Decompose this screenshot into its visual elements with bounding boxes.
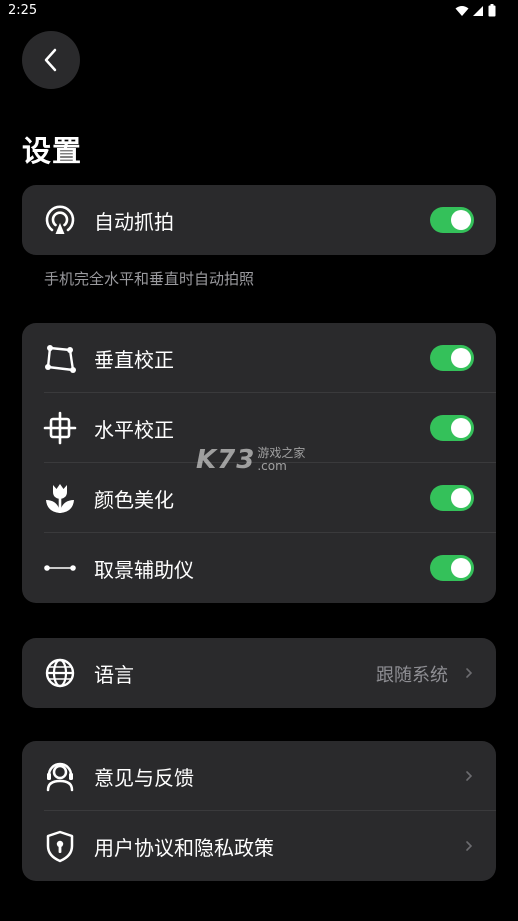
chevron-left-icon bbox=[44, 48, 57, 72]
page-title: 设置 bbox=[22, 134, 83, 168]
chevron-right-icon bbox=[466, 668, 473, 678]
shield-lock-icon bbox=[42, 828, 78, 864]
auto-capture-description: 手机完全水平和垂直时自动拍照 bbox=[44, 270, 255, 288]
viewfinder-assist-row[interactable]: 取景辅助仪 bbox=[22, 533, 496, 603]
language-label: 语言 bbox=[94, 663, 134, 687]
level-line-icon bbox=[42, 550, 78, 586]
toggle-knob bbox=[451, 418, 471, 438]
chevron-right-icon bbox=[466, 841, 473, 851]
privacy-policy-row[interactable]: 用户协议和隐私政策 bbox=[22, 811, 496, 881]
battery-icon bbox=[488, 4, 496, 17]
watermark-brand: K73 bbox=[196, 445, 256, 475]
perspective-crop-icon bbox=[42, 340, 78, 376]
viewfinder-assist-toggle[interactable] bbox=[430, 555, 474, 581]
status-time: 2:25 bbox=[8, 3, 38, 18]
globe-icon bbox=[42, 655, 78, 691]
language-card: 语言 跟随系统 bbox=[22, 638, 496, 708]
about-card: 意见与反馈 用户协议和隐私政策 bbox=[22, 741, 496, 881]
vertical-correction-toggle[interactable] bbox=[430, 345, 474, 371]
toggle-knob bbox=[451, 348, 471, 368]
auto-capture-row[interactable]: 自动抓拍 bbox=[22, 185, 496, 255]
horizon-level-icon bbox=[42, 410, 78, 446]
auto-capture-card: 自动抓拍 bbox=[22, 185, 496, 255]
back-button[interactable] bbox=[22, 31, 80, 89]
feedback-person-icon bbox=[42, 758, 78, 794]
feedback-label: 意见与反馈 bbox=[94, 766, 194, 790]
status-icons bbox=[455, 4, 496, 17]
signal-icon bbox=[473, 5, 483, 16]
tulip-icon bbox=[42, 480, 78, 516]
auto-capture-toggle[interactable] bbox=[430, 207, 474, 233]
auto-capture-icon bbox=[42, 202, 78, 238]
feedback-row[interactable]: 意见与反馈 bbox=[22, 741, 496, 811]
language-row[interactable]: 语言 跟随系统 bbox=[22, 638, 496, 708]
watermark-text: 游戏之家 .com bbox=[257, 447, 305, 473]
vertical-correction-row[interactable]: 垂直校正 bbox=[22, 323, 496, 393]
toggle-knob bbox=[451, 558, 471, 578]
horizontal-correction-toggle[interactable] bbox=[430, 415, 474, 441]
toggle-knob bbox=[451, 488, 471, 508]
watermark-logo: K73 游戏之家 .com bbox=[196, 445, 326, 475]
wifi-icon bbox=[455, 5, 469, 16]
status-bar: 2:25 bbox=[0, 0, 518, 22]
watermark-text-bottom: .com bbox=[257, 459, 287, 473]
auto-capture-label: 自动抓拍 bbox=[94, 210, 174, 234]
horizontal-correction-label: 水平校正 bbox=[94, 418, 174, 442]
color-beautify-label: 颜色美化 bbox=[94, 488, 174, 512]
vertical-correction-label: 垂直校正 bbox=[94, 348, 174, 372]
language-value: 跟随系统 bbox=[376, 665, 448, 686]
toggle-knob bbox=[451, 210, 471, 230]
color-beautify-toggle[interactable] bbox=[430, 485, 474, 511]
privacy-policy-label: 用户协议和隐私政策 bbox=[94, 836, 274, 860]
viewfinder-assist-label: 取景辅助仪 bbox=[94, 558, 194, 582]
chevron-right-icon bbox=[466, 771, 473, 781]
